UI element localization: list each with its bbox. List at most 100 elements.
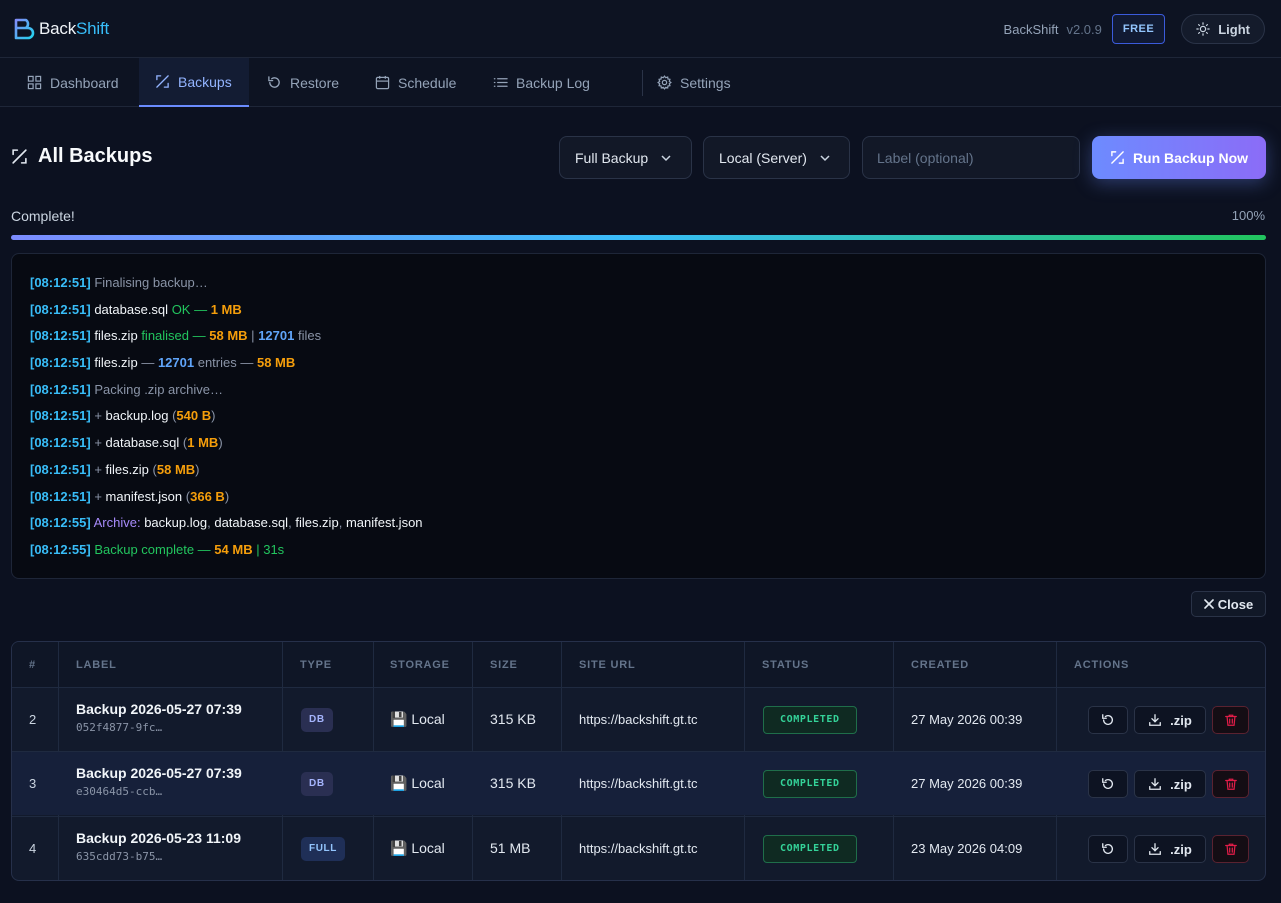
backup-label: Backup 2026-05-27 07:39 xyxy=(76,701,242,717)
gear-icon xyxy=(657,75,672,90)
table-header: # LABEL TYPE STORAGE SIZE SITE URL STATU… xyxy=(12,642,1265,687)
log-line: [08:12:55] Archive: backup.log, database… xyxy=(30,515,423,531)
download-zip-label: .zip xyxy=(1170,776,1192,792)
backup-label-cell: Backup 2026-05-23 11:09 635cdd73-b75… xyxy=(76,830,241,863)
row-number: 3 xyxy=(29,776,37,791)
tab-label: Backups xyxy=(178,73,232,90)
backup-id: e30464d5-ccb… xyxy=(76,785,163,798)
app-name: BackShift xyxy=(1003,21,1059,37)
chevron-down-icon xyxy=(661,154,671,161)
logo-icon xyxy=(14,18,35,40)
tab-label: Backup Log xyxy=(516,74,590,91)
restore-button[interactable] xyxy=(1088,706,1128,734)
column-header: SITE URL xyxy=(579,659,636,671)
tab-backup-log[interactable]: Backup Log xyxy=(493,58,590,107)
created-cell: 23 May 2026 04:09 xyxy=(911,841,1023,856)
brand-name: BackShift xyxy=(39,19,109,39)
column-header: TYPE xyxy=(300,659,332,671)
trash-icon xyxy=(1224,714,1237,726)
restore-button[interactable] xyxy=(1088,835,1128,863)
log-line: [08:12:51] + manifest.json (366 B) xyxy=(30,488,230,504)
restore-icon xyxy=(1102,714,1114,726)
backup-type-value: Full Backup xyxy=(575,149,649,166)
plan-badge: FREE xyxy=(1111,14,1166,44)
restore-icon xyxy=(268,76,280,88)
log-line: [08:12:51] files.zip finalised — 58 MB |… xyxy=(30,328,322,344)
log-line: [08:12:51] + database.sql (1 MB) xyxy=(30,435,223,451)
tab-schedule[interactable]: Schedule xyxy=(375,58,456,107)
tab-label: Restore xyxy=(290,74,340,91)
storage-value: Local (Server) xyxy=(719,149,807,166)
backup-label-cell: Backup 2026-05-27 07:39 e30464d5-ccb… xyxy=(76,765,242,798)
backup-label-cell: Backup 2026-05-27 07:39 052f4877-9fc… xyxy=(76,701,242,734)
delete-button[interactable] xyxy=(1212,706,1249,734)
tab-label: Dashboard xyxy=(50,74,119,91)
delete-button[interactable] xyxy=(1212,770,1249,798)
page-title-text: All Backups xyxy=(38,145,153,167)
backup-label: Backup 2026-05-27 07:39 xyxy=(76,765,242,781)
site-url-cell[interactable]: https://backshift.gt.tc xyxy=(579,841,698,856)
version-label: v2.0.9 xyxy=(1066,21,1102,37)
download-zip-label: .zip xyxy=(1170,712,1192,728)
size-cell: 51 MB xyxy=(490,840,531,856)
restore-button[interactable] xyxy=(1088,770,1128,798)
site-url-cell[interactable]: https://backshift.gt.tc xyxy=(579,776,698,791)
page-title: All Backups xyxy=(11,145,152,168)
download-icon xyxy=(1149,714,1162,726)
calendar-icon xyxy=(375,75,390,90)
backup-id: 052f4877-9fc… xyxy=(76,721,163,734)
run-backup-button[interactable]: Run Backup Now xyxy=(1092,136,1266,179)
backup-label-input[interactable] xyxy=(862,136,1080,179)
restore-icon xyxy=(1102,778,1114,790)
close-log-button[interactable]: Close xyxy=(1191,591,1266,617)
theme-toggle-label: Light xyxy=(1218,21,1250,37)
log-line: [08:12:51] database.sql OK — 1 MB xyxy=(30,301,242,317)
backup-type-select[interactable]: Full Backup xyxy=(559,136,692,179)
storage-cell: 💾 Local xyxy=(390,775,445,791)
size-cell: 315 KB xyxy=(490,775,536,791)
tab-backups[interactable]: Backups xyxy=(139,58,249,107)
table-row[interactable]: 4 Backup 2026-05-23 11:09 635cdd73-b75… … xyxy=(12,816,1265,880)
backup-icon xyxy=(12,149,27,164)
trash-icon xyxy=(1224,778,1237,790)
type-badge: DB xyxy=(301,708,333,732)
close-icon xyxy=(1203,599,1214,609)
site-url-cell[interactable]: https://backshift.gt.tc xyxy=(579,712,698,727)
status-badge: COMPLETED xyxy=(763,770,857,798)
backup-log-console: [08:12:51] Finalising backup… [08:12:51]… xyxy=(11,253,1266,579)
type-badge: DB xyxy=(301,772,333,796)
close-log-label: Close xyxy=(1217,596,1254,612)
table-row[interactable]: 2 Backup 2026-05-27 07:39 052f4877-9fc… … xyxy=(12,687,1265,751)
status-badge: COMPLETED xyxy=(763,835,857,863)
tab-dashboard[interactable]: Dashboard xyxy=(27,58,119,107)
list-icon xyxy=(493,78,508,87)
download-icon xyxy=(1149,843,1162,855)
row-number: 4 xyxy=(29,841,37,856)
backup-id: 635cdd73-b75… xyxy=(76,850,163,863)
row-number: 2 xyxy=(29,712,37,727)
download-zip-button[interactable]: .zip xyxy=(1134,706,1206,734)
download-zip-label: .zip xyxy=(1170,841,1192,857)
download-zip-button[interactable]: .zip xyxy=(1134,835,1206,863)
tab-restore[interactable]: Restore xyxy=(267,58,339,107)
created-cell: 27 May 2026 00:39 xyxy=(911,776,1023,791)
grid-icon xyxy=(27,75,42,90)
progress-status: Complete! xyxy=(11,208,75,224)
delete-button[interactable] xyxy=(1212,835,1249,863)
tab-settings[interactable]: Settings xyxy=(657,58,731,107)
type-badge: FULL xyxy=(301,837,345,861)
storage-select[interactable]: Local (Server) xyxy=(703,136,850,179)
theme-toggle-button[interactable]: Light xyxy=(1181,14,1265,44)
backups-table: # LABEL TYPE STORAGE SIZE SITE URL STATU… xyxy=(11,641,1266,881)
progress-bar xyxy=(11,235,1266,240)
brand-logo[interactable]: BackShift xyxy=(13,17,109,41)
tab-label: Settings xyxy=(680,74,731,91)
log-line: [08:12:51] + backup.log (540 B) xyxy=(30,408,216,424)
table-row[interactable]: 3 Backup 2026-05-27 07:39 e30464d5-ccb… … xyxy=(12,751,1265,815)
download-zip-button[interactable]: .zip xyxy=(1134,770,1206,798)
progress-percent: 100% xyxy=(1231,208,1265,223)
main-nav: Dashboard Backups Restore Schedule Backu… xyxy=(0,58,1281,107)
tab-label: Schedule xyxy=(398,74,457,91)
download-icon xyxy=(1149,778,1162,790)
backup-icon xyxy=(156,75,169,88)
